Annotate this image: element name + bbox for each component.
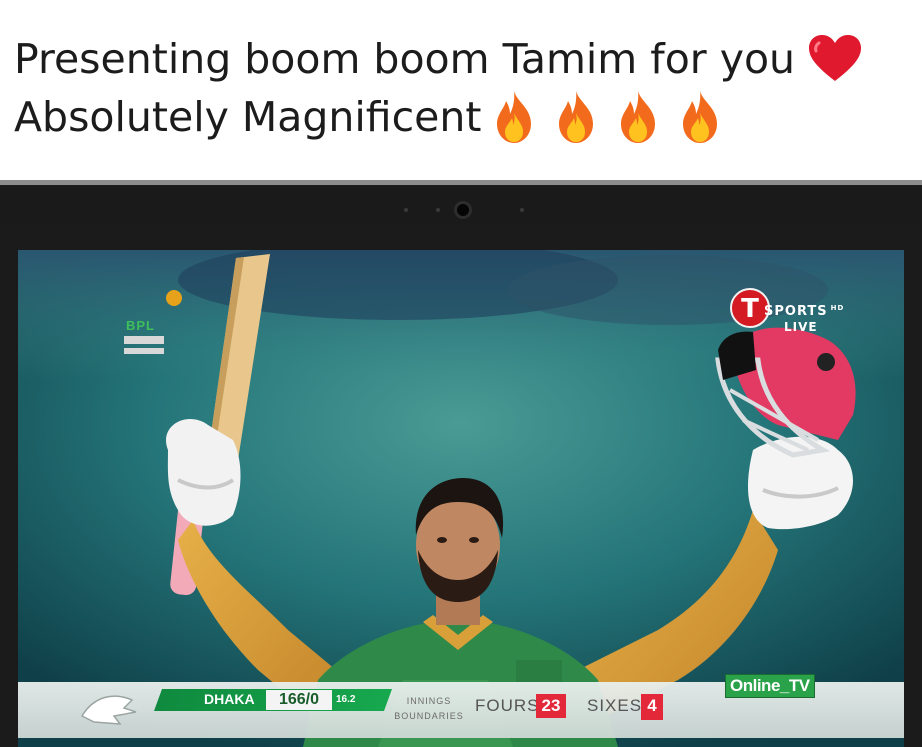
- laptop-screen: BPL T SPORTS HD LIVE DHAKA 166/0 16.2 INN…: [18, 250, 904, 747]
- player-eye: [437, 537, 447, 543]
- sixes-label: SIXES: [587, 696, 643, 715]
- helmet-badge: [817, 353, 835, 371]
- online-tv-watermark: Online_TV: [725, 674, 815, 698]
- live-indicator: LIVE: [784, 320, 818, 334]
- right-glove: [748, 436, 853, 530]
- innings-label: INNINGS: [406, 696, 452, 706]
- jersey-sponsor: [516, 660, 562, 682]
- team-score: 166/0: [278, 691, 320, 708]
- fire-emoji-icon: [559, 91, 594, 143]
- laptop-rim: [0, 180, 922, 185]
- caption-text-1: Presenting boom boom Tamim for you: [14, 35, 796, 83]
- sixes-value: 4: [641, 694, 663, 720]
- caption-line-1: Presenting boom boom Tamim for you: [14, 30, 914, 88]
- channel-name: SPORTS HD: [764, 304, 844, 319]
- overs-value: 16.2: [336, 694, 356, 705]
- channel-logo: T SPORTS HD LIVE: [730, 288, 880, 338]
- laptop-bezel-right: [904, 250, 922, 747]
- laptop-bezel-left: [0, 250, 18, 747]
- fours-value: 23: [536, 694, 566, 718]
- post-caption: Presenting boom boom Tamim for you Absol…: [14, 30, 914, 146]
- caption-text-2: Absolutely Magnificent: [14, 93, 482, 141]
- caption-line-2: Absolutely Magnificent: [14, 88, 914, 146]
- fire-emoji-icon: [683, 91, 718, 143]
- channel-name-text: SPORTS: [764, 304, 828, 319]
- boundaries-label: BOUNDARIES: [394, 711, 464, 721]
- team-name: DHAKA: [204, 691, 255, 707]
- fire-emoji-icon: [497, 91, 532, 143]
- channel-logo-letter: T: [741, 294, 759, 324]
- innings-boundaries-label: INNINGS BOUNDARIES: [384, 694, 474, 724]
- fire-emoji-icon: [621, 91, 656, 143]
- sensor-dot-icon: [436, 208, 440, 212]
- sensor-dot-icon: [404, 208, 408, 212]
- fours-label: FOURS: [475, 696, 540, 715]
- webcam-icon: [454, 201, 472, 219]
- channel-hd: HD: [830, 304, 845, 312]
- heart-emoji-icon: [809, 35, 862, 81]
- sensor-dot-icon: [520, 208, 524, 212]
- player-eye: [469, 537, 479, 543]
- bpl-logo-text: BPL: [126, 318, 155, 333]
- team-emblem-icon: [80, 695, 137, 725]
